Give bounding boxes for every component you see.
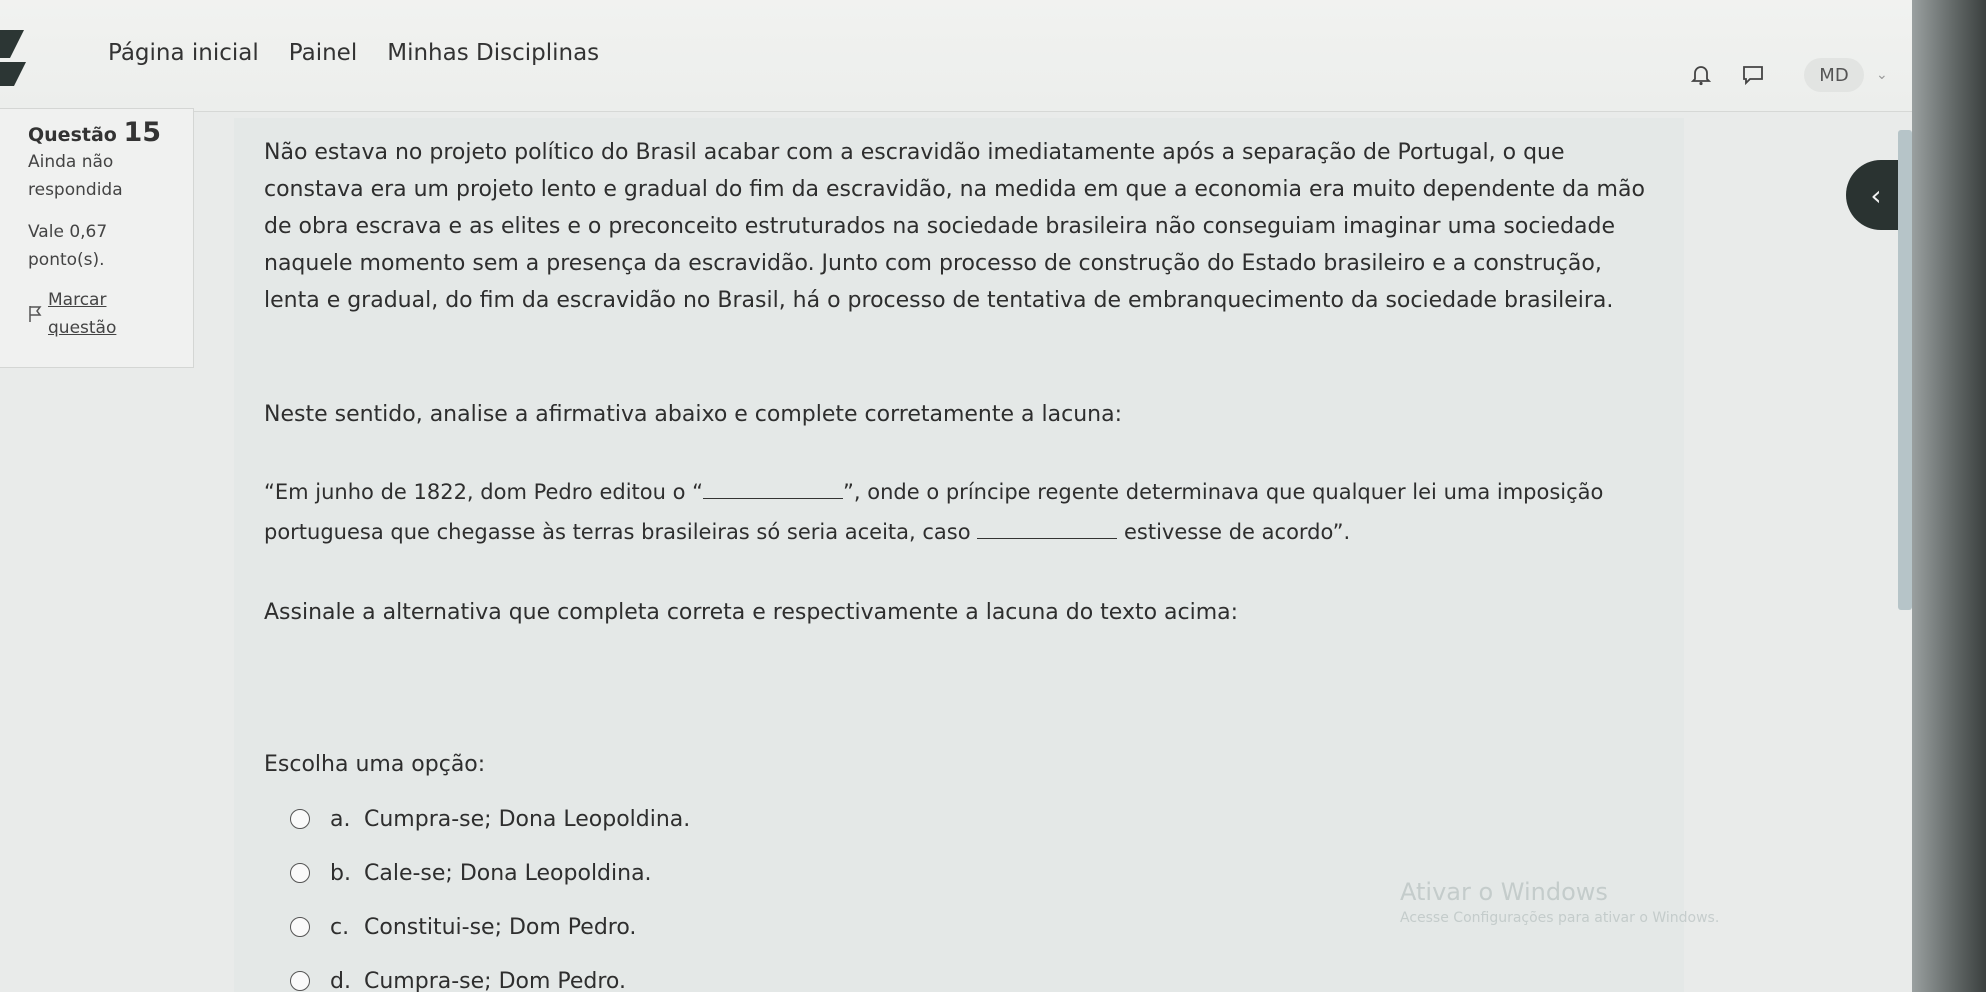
question-intro: Não estava no projeto político do Brasil… — [264, 140, 1645, 313]
watermark-subtitle: Acesse Configurações para ativar o Windo… — [1400, 910, 1720, 926]
screen-edge — [1912, 0, 1986, 992]
logo-icon[interactable] — [0, 28, 36, 88]
question-label: Questão — [28, 124, 117, 146]
option-letter: c. — [330, 914, 350, 940]
chevron-left-icon: ‹ — [1870, 178, 1882, 212]
nav-dashboard-link[interactable]: Painel — [289, 40, 357, 66]
flag-question-link[interactable]: Marcar questão — [48, 286, 148, 342]
question-score: Vale 0,67 ponto(s). — [28, 222, 108, 270]
option-text: Cale-se; Dona Leopoldina. — [364, 860, 652, 886]
question-instruction: Neste sentido, analise a afirmativa abai… — [264, 402, 1122, 427]
question-prompt: Assinale a alternativa que completa corr… — [264, 600, 1239, 625]
option-text: Constitui-se; Dom Pedro. — [364, 914, 637, 940]
blank-1 — [703, 498, 844, 499]
nav-links: Página inicial Painel Minhas Disciplinas — [108, 40, 599, 66]
radio-button[interactable] — [290, 809, 310, 829]
radio-button[interactable] — [290, 971, 310, 991]
option-c[interactable]: c. Constitui-se; Dom Pedro. — [290, 900, 690, 954]
quote-part-2: ”, onde o príncipe regente determinava q… — [843, 480, 1491, 504]
chat-icon[interactable] — [1740, 62, 1766, 88]
radio-button[interactable] — [290, 863, 310, 883]
bell-icon[interactable] — [1688, 62, 1714, 88]
nav-right: MD ⌄ — [1688, 58, 1888, 92]
option-text: Cumpra-se; Dona Leopoldina. — [364, 806, 691, 832]
radio-button[interactable] — [290, 917, 310, 937]
question-number-value: 15 — [123, 117, 162, 148]
option-text: Cumpra-se; Dom Pedro. — [364, 968, 627, 992]
quote-part-1: “Em junho de 1822, dom Pedro editou o “ — [264, 480, 704, 504]
quote-part-4: estivesse de acordo”. — [1123, 520, 1351, 544]
watermark-title: Ativar o Windows — [1400, 878, 1608, 906]
flag-question-button[interactable]: Marcar questão — [28, 286, 193, 342]
question-status: Ainda não respondida — [28, 152, 123, 200]
top-navbar: Página inicial Painel Minhas Disciplinas… — [0, 0, 1986, 112]
question-number: Questão 15 — [28, 117, 193, 148]
flag-icon — [29, 306, 42, 322]
option-a[interactable]: a. Cumpra-se; Dona Leopoldina. — [290, 792, 690, 846]
drawer-toggle-button[interactable]: ‹ — [1846, 160, 1906, 230]
windows-activation-watermark: Ativar o Windows Acesse Configurações pa… — [1400, 878, 1900, 926]
blank-2 — [977, 538, 1118, 539]
scrollbar[interactable] — [1898, 130, 1912, 610]
avatar-initials: MD — [1819, 64, 1849, 86]
chevron-down-icon[interactable]: ⌄ — [1876, 67, 1888, 83]
question-quote: “Em junho de 1822, dom Pedro editou o “ ”… — [264, 472, 1644, 552]
nav-home-link[interactable]: Página inicial — [108, 40, 259, 66]
option-b[interactable]: b. Cale-se; Dona Leopoldina. — [290, 846, 690, 900]
option-d[interactable]: d. Cumpra-se; Dom Pedro. — [290, 954, 690, 992]
option-letter: b. — [330, 860, 351, 886]
option-letter: d. — [330, 968, 351, 992]
avatar[interactable]: MD — [1804, 58, 1864, 92]
answer-options: a. Cumpra-se; Dona Leopoldina. b. Cale-s… — [290, 792, 690, 992]
option-letter: a. — [330, 806, 351, 832]
nav-courses-link[interactable]: Minhas Disciplinas — [387, 40, 599, 66]
question-info-block: Questão 15 Ainda não respondida Vale 0,6… — [0, 108, 194, 368]
choose-label: Escolha uma opção: — [264, 752, 486, 777]
